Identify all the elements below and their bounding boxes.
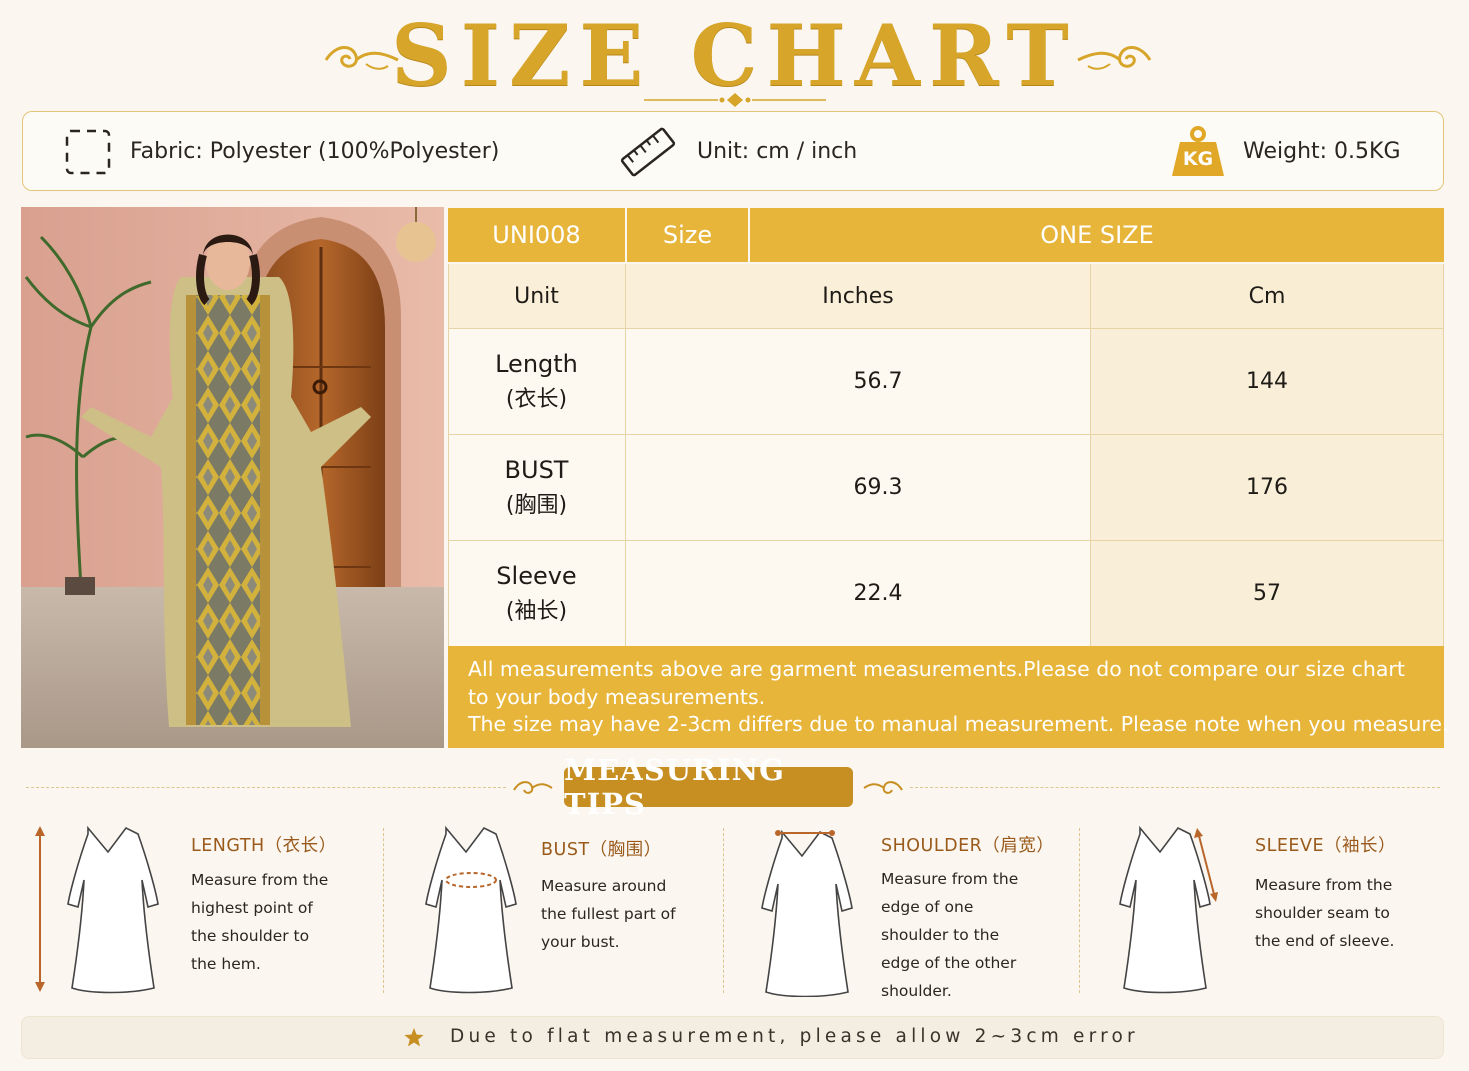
weight-icon: KG [1170, 124, 1226, 178]
tip-length-title: LENGTH（衣长） [191, 836, 337, 856]
tip-shoulder-desc: Measure from the edge of one shoulder to… [881, 870, 1019, 1000]
sleeve-cm: 57 [1253, 581, 1281, 606]
table-grid-line [1443, 264, 1444, 646]
unit-text: Unit: cm / inch [697, 139, 858, 164]
tip-sleeve-title: SLEEVE（袖长） [1255, 836, 1397, 856]
dashed-square-icon [65, 129, 111, 175]
weight-badge-label: KG [1182, 148, 1214, 170]
product-code-header: UNI008 [448, 208, 625, 262]
ruler-icon [620, 127, 676, 177]
row-name-cn: (胸围) [505, 492, 568, 518]
tips-divider-right [910, 787, 1440, 788]
star-icon [404, 1028, 424, 1047]
weight-text: Weight: 0.5KG [1243, 139, 1401, 164]
unit-label: Unit [514, 283, 559, 309]
note-line: to your body measurements. [468, 684, 766, 709]
right-swirl-ornament [1077, 46, 1152, 70]
row-name-cn: (袖长) [505, 598, 568, 624]
fabric-text: Fabric: Polyester (100%Polyester) [130, 139, 500, 164]
note-line: The size may have 2-3cm differs due to m… [468, 712, 1449, 736]
tip-sleeve-desc: Measure from the shoulder seam to the en… [1255, 876, 1395, 950]
tip-length-desc: Measure from the highest point of the sh… [191, 871, 329, 973]
cm-column-header: Cm [1248, 283, 1286, 309]
tips-divider-left [26, 787, 506, 788]
tips-separator [1079, 828, 1080, 993]
table-row-bust-label: BUST (胸围) [448, 435, 625, 540]
one-size-header: ONE SIZE [750, 208, 1444, 262]
tips-separator [723, 828, 724, 993]
footer-note: Due to flat measurement, please allow 2~… [450, 1026, 1139, 1047]
row-name: Length [495, 349, 578, 378]
size-header: Size [627, 208, 748, 262]
length-dress-icon [35, 825, 159, 994]
tip-bust-title: BUST（胸围） [541, 840, 662, 860]
row-name: BUST [504, 455, 569, 484]
row-name: Sleeve [496, 561, 577, 590]
table-row-sleeve-label: Sleeve (袖长) [448, 541, 625, 646]
note-line: All measurements above are garment measu… [468, 657, 1405, 681]
title-divider [644, 93, 826, 107]
tips-right-swirl [863, 781, 903, 794]
product-photo [21, 207, 444, 748]
length-cm: 144 [1246, 369, 1288, 394]
tips-separator [383, 828, 384, 993]
inches-column-header: Inches [822, 283, 894, 309]
bust-dress-icon [425, 825, 517, 994]
shoulder-dress-icon [761, 829, 853, 997]
measurement-note: All measurements above are garment measu… [448, 646, 1449, 748]
table-row-length-label: Length (衣长) [448, 329, 625, 434]
sleeve-dress-icon [1119, 825, 1218, 994]
length-inches: 56.7 [853, 369, 903, 394]
tip-shoulder-title: SHOULDER（肩宽） [881, 836, 1055, 856]
bust-inches: 69.3 [853, 475, 903, 500]
measuring-tips-heading: MEASURING TIPS [564, 753, 853, 821]
bust-cm: 176 [1246, 475, 1288, 500]
sleeve-inches: 22.4 [853, 581, 903, 606]
tips-left-swirl [513, 781, 553, 794]
tip-bust-desc: Measure around the fullest part of your … [541, 877, 676, 951]
row-name-cn: (衣长) [505, 386, 568, 412]
